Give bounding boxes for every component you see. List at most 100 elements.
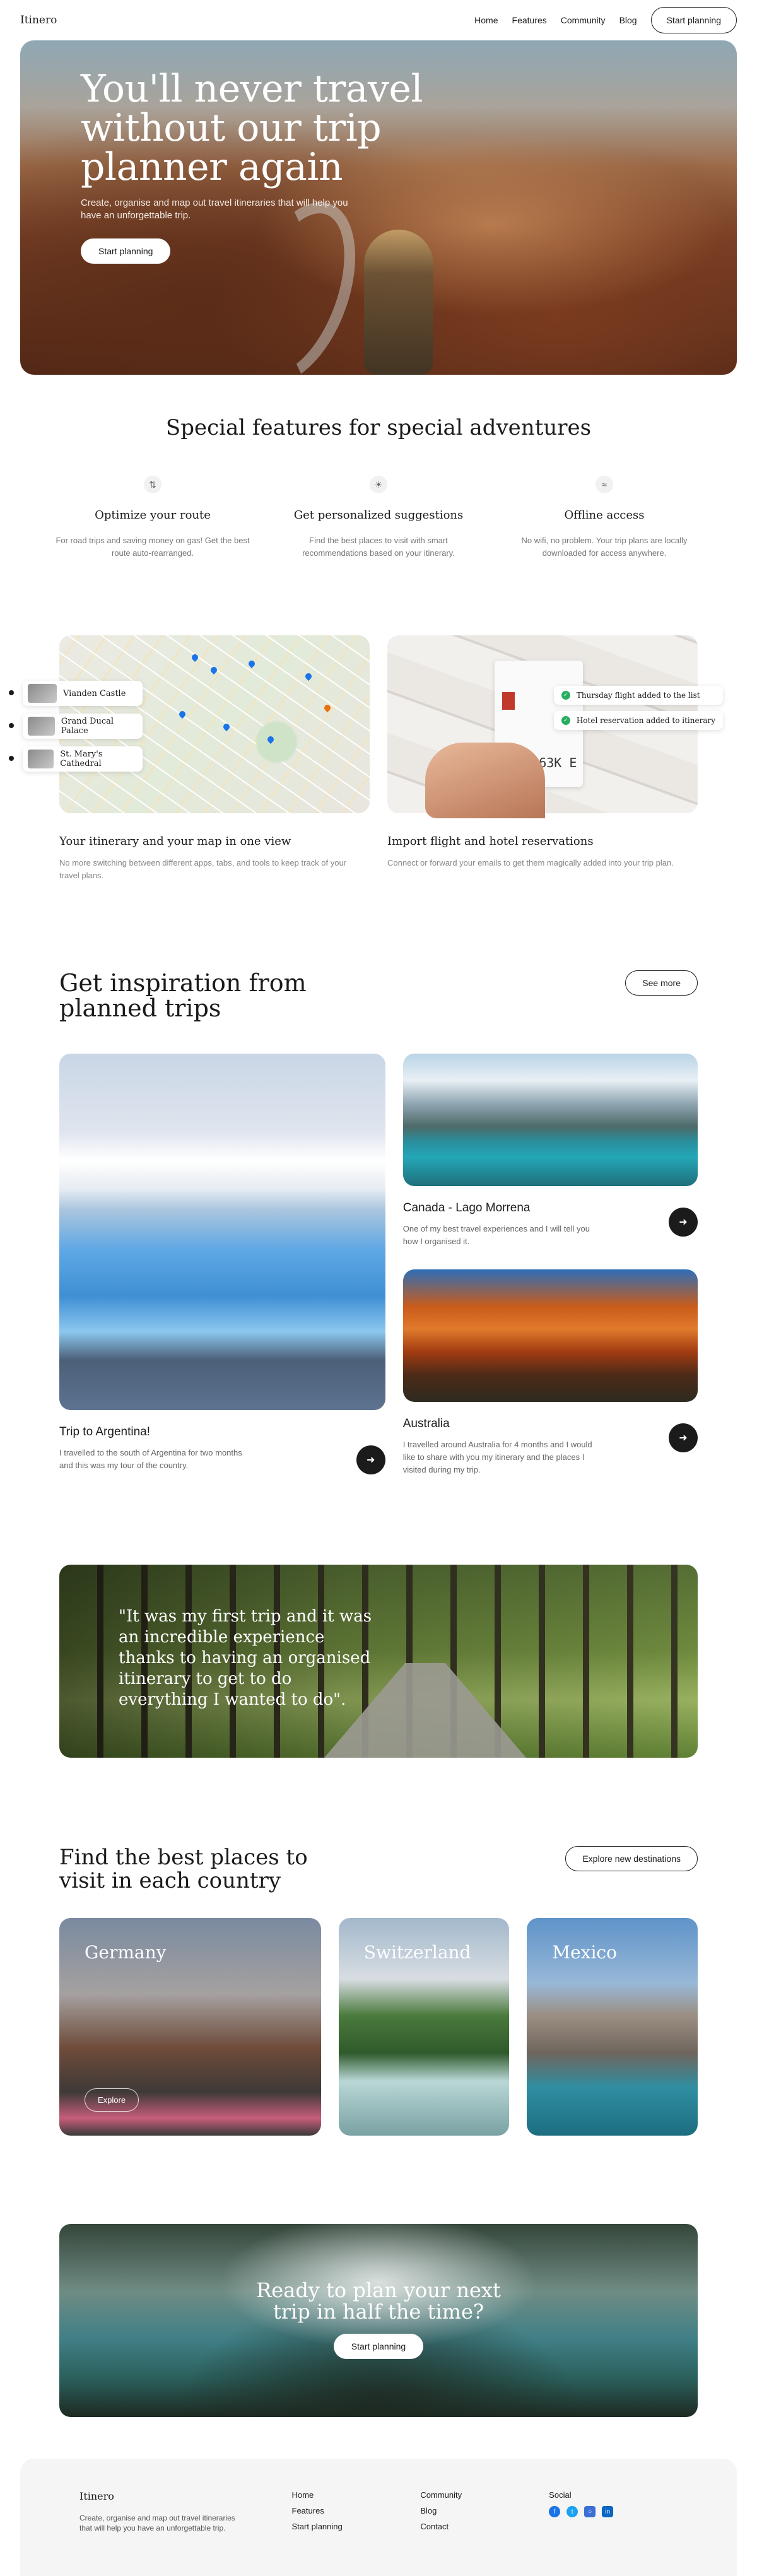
arrow-right-icon[interactable]: ➜ <box>669 1208 698 1237</box>
location-card[interactable]: Grand Ducal Palace <box>9 714 143 739</box>
nav-link-home[interactable]: Home <box>474 15 498 25</box>
footer-link-blog[interactable]: Blog <box>420 2506 437 2515</box>
nav-start-planning-button[interactable]: Start planning <box>650 7 737 33</box>
hero-banner: You'll never travel without our trip pla… <box>20 40 737 375</box>
country-card-switzerland[interactable]: Switzerland <box>338 1918 510 2136</box>
nav-links: Home Features Community Blog Start plann… <box>474 7 737 33</box>
cta-banner: Ready to plan your next trip in half the… <box>59 2224 698 2417</box>
check-icon: ✓ <box>561 691 570 700</box>
explore-button[interactable]: Explore <box>85 2088 139 2112</box>
trip-card-argentina[interactable]: Trip to Argentina! I travelled to the so… <box>59 1054 385 1476</box>
trip-side-column: Canada - Lago Morrena One of my best tra… <box>402 1054 698 1476</box>
tickets-image: 2310 63K E ✓ Thursday flight added to th… <box>387 635 723 818</box>
location-card[interactable]: Vianden Castle <box>9 681 143 706</box>
country-name: Mexico <box>552 1942 617 1963</box>
location-name: Vianden Castle <box>63 688 126 698</box>
lightbulb-icon: ☀ <box>370 476 387 493</box>
map-pin-icon <box>303 671 314 681</box>
facebook-icon[interactable]: f <box>549 2506 561 2517</box>
notifications: ✓ Thursday flight added to the list ✓ Ho… <box>553 686 723 736</box>
location-card[interactable]: St. Mary's Cathedral <box>9 746 143 772</box>
trip-card-australia[interactable]: Australia I travelled around Australia f… <box>402 1269 698 1476</box>
countries-header: Find the best places to visit in each co… <box>0 1846 757 1893</box>
location-dot-icon <box>9 723 14 728</box>
top-nav: Itinero Home Features Community Blog Sta… <box>0 0 757 40</box>
trip-image <box>402 1054 698 1186</box>
feature-personalized-suggestions: ☀ Get personalized suggestions Find the … <box>278 476 479 560</box>
location-cards: Vianden Castle Grand Ducal Palace St. Ma… <box>9 681 143 779</box>
trip-info: Australia I travelled around Australia f… <box>403 1402 698 1476</box>
feature-offline-access: ≈ Offline access No wifi, no problem. Yo… <box>503 476 705 560</box>
feature-text: No wifi, no problem. Your trip plans are… <box>521 536 688 558</box>
footer-logo[interactable]: Itinero <box>79 2490 114 2502</box>
country-name: Switzerland <box>363 1942 471 1963</box>
see-more-button[interactable]: See more <box>625 970 698 996</box>
footer-link-start-planning[interactable]: Start planning <box>292 2522 343 2531</box>
notification-text: Thursday flight added to the list <box>576 691 700 700</box>
feature-text: Find the best places to visit with smart… <box>302 536 455 558</box>
map-pin-icon <box>177 709 187 719</box>
linkedin-icon[interactable]: in <box>602 2506 614 2517</box>
instagram-icon[interactable]: ○ <box>584 2506 596 2517</box>
inspiration-title: Get inspiration from planned trips <box>59 969 307 1022</box>
footer-social: Social f t ○ in <box>549 2490 678 2576</box>
nav-link-blog[interactable]: Blog <box>619 15 637 25</box>
trip-card-canada[interactable]: Canada - Lago Morrena One of my best tra… <box>402 1054 698 1248</box>
social-title: Social <box>549 2490 572 2500</box>
footer-link-features[interactable]: Features <box>292 2506 324 2515</box>
map-pin-icon <box>247 659 257 669</box>
feature-text: For road trips and saving money on gas! … <box>56 536 250 558</box>
country-name: Germany <box>85 1942 167 1963</box>
location-thumbnail <box>28 750 54 768</box>
cta-start-planning-button[interactable]: Start planning <box>333 2334 424 2359</box>
notification: ✓ Hotel reservation added to itinerary <box>553 711 723 730</box>
trip-title: Trip to Argentina! <box>59 1425 150 1438</box>
inspiration-header: Get inspiration from planned trips See m… <box>0 970 757 1021</box>
footer-brand: Itinero Create, organise and map out tra… <box>79 2490 292 2576</box>
testimonial-quote: "It was my first trip and it was an incr… <box>119 1607 372 1709</box>
map-pin-icon <box>322 703 332 713</box>
trip-title: Canada - Lago Morrena <box>402 1201 531 1214</box>
map-pin-icon <box>266 734 276 744</box>
trip-info: Trip to Argentina! I travelled to the so… <box>59 1410 385 1474</box>
feature-optimize-route: ⇅ Optimize your route For road trips and… <box>52 476 254 560</box>
trip-text: One of my best travel experiences and I … <box>402 1224 590 1246</box>
arrow-right-icon[interactable]: ➜ <box>669 1423 698 1452</box>
footer-link-community[interactable]: Community <box>420 2490 462 2500</box>
hero-title: You'll never travel without our trip pla… <box>81 67 423 189</box>
footer-link-contact[interactable]: Contact <box>420 2522 449 2531</box>
trip-title: Australia <box>402 1417 450 1430</box>
explore-destinations-button[interactable]: Explore new destinations <box>565 1846 698 1871</box>
location-thumbnail <box>28 684 57 703</box>
showcase-import-reservations: 2310 63K E ✓ Thursday flight added to th… <box>387 635 723 882</box>
social-icons: f t ○ in <box>549 2506 678 2517</box>
feature-title: Offline access <box>564 509 645 522</box>
location-dot-icon <box>9 756 14 761</box>
notification: ✓ Thursday flight added to the list <box>553 686 723 705</box>
country-card-mexico[interactable]: Mexico <box>527 1918 698 2136</box>
nav-link-community[interactable]: Community <box>561 15 606 25</box>
footer: Itinero Create, organise and map out tra… <box>20 2459 737 2576</box>
showcase-title: Import flight and hotel reservations <box>387 835 594 848</box>
route-icon: ⇅ <box>144 476 161 493</box>
footer-link-home[interactable]: Home <box>292 2490 314 2500</box>
showcase-text: No more switching between different apps… <box>59 858 347 880</box>
twitter-icon[interactable]: t <box>566 2506 578 2517</box>
map-pin-icon <box>221 722 232 732</box>
footer-links-2: Community Blog Contact <box>420 2490 549 2576</box>
feature-title: Get personalized suggestions <box>293 509 464 522</box>
countries-list: Germany Explore Switzerland Mexico <box>0 1918 757 2136</box>
showcase-itinerary-map: Vianden Castle Grand Ducal Palace St. Ma… <box>9 635 370 882</box>
showcase-text: Connect or forward your emails to get th… <box>387 858 674 867</box>
inspiration-grid: Trip to Argentina! I travelled to the so… <box>0 1054 757 1476</box>
nav-link-features[interactable]: Features <box>512 15 547 25</box>
cta-title: Ready to plan your next trip in half the… <box>256 2278 501 2324</box>
hand-graphic <box>425 743 545 818</box>
map-pin-icon <box>190 652 200 662</box>
arrow-right-icon[interactable]: ➜ <box>356 1445 385 1474</box>
hero-start-planning-button[interactable]: Start planning <box>81 238 171 264</box>
logo[interactable]: Itinero <box>20 14 57 26</box>
country-card-germany[interactable]: Germany Explore <box>59 1918 321 2136</box>
trip-info: Canada - Lago Morrena One of my best tra… <box>403 1186 698 1248</box>
footer-tagline: Create, organise and map out travel itin… <box>79 2514 235 2532</box>
